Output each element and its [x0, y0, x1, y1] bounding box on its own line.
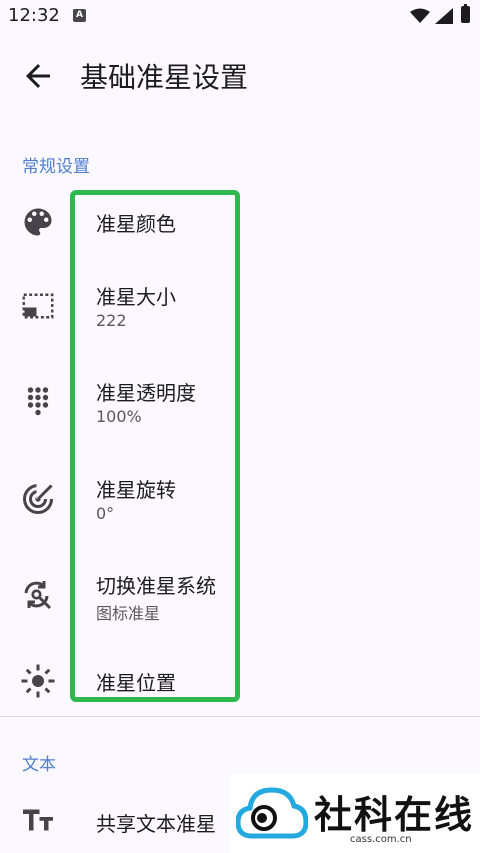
notification-app-icon: A [73, 9, 86, 22]
status-time: 12:32 [8, 5, 60, 26]
status-bar: 12:32 A [0, 0, 480, 34]
page-title: 基础准星设置 [80, 61, 249, 94]
battery-icon [461, 4, 470, 23]
cloud-eye-logo-icon [236, 787, 308, 839]
palette-icon [24, 208, 52, 236]
watermark-logo: 社科在线 cass.com.cn [230, 774, 480, 853]
signal-icon [435, 8, 453, 24]
crosshair-position-icon [21, 664, 55, 698]
highlight-box [70, 190, 240, 702]
section-header-text: 文本 [22, 755, 56, 775]
text-format-icon [23, 809, 53, 831]
section-header-general: 常规设置 [22, 157, 90, 177]
watermark-domain: cass.com.cn [350, 834, 412, 845]
dialpad-icon [27, 387, 49, 416]
rotation-target-icon [23, 484, 56, 514]
top-app-bar: 基础准星设置 [0, 40, 480, 112]
picture-in-picture-icon [22, 293, 54, 319]
section-divider [0, 716, 480, 717]
watermark-brand-text: 社科在线 [314, 792, 475, 837]
item-title: 共享文本准星 [96, 812, 216, 836]
wifi-icon [410, 8, 430, 23]
back-arrow-icon[interactable] [20, 58, 56, 94]
switch-search-icon [24, 581, 52, 610]
